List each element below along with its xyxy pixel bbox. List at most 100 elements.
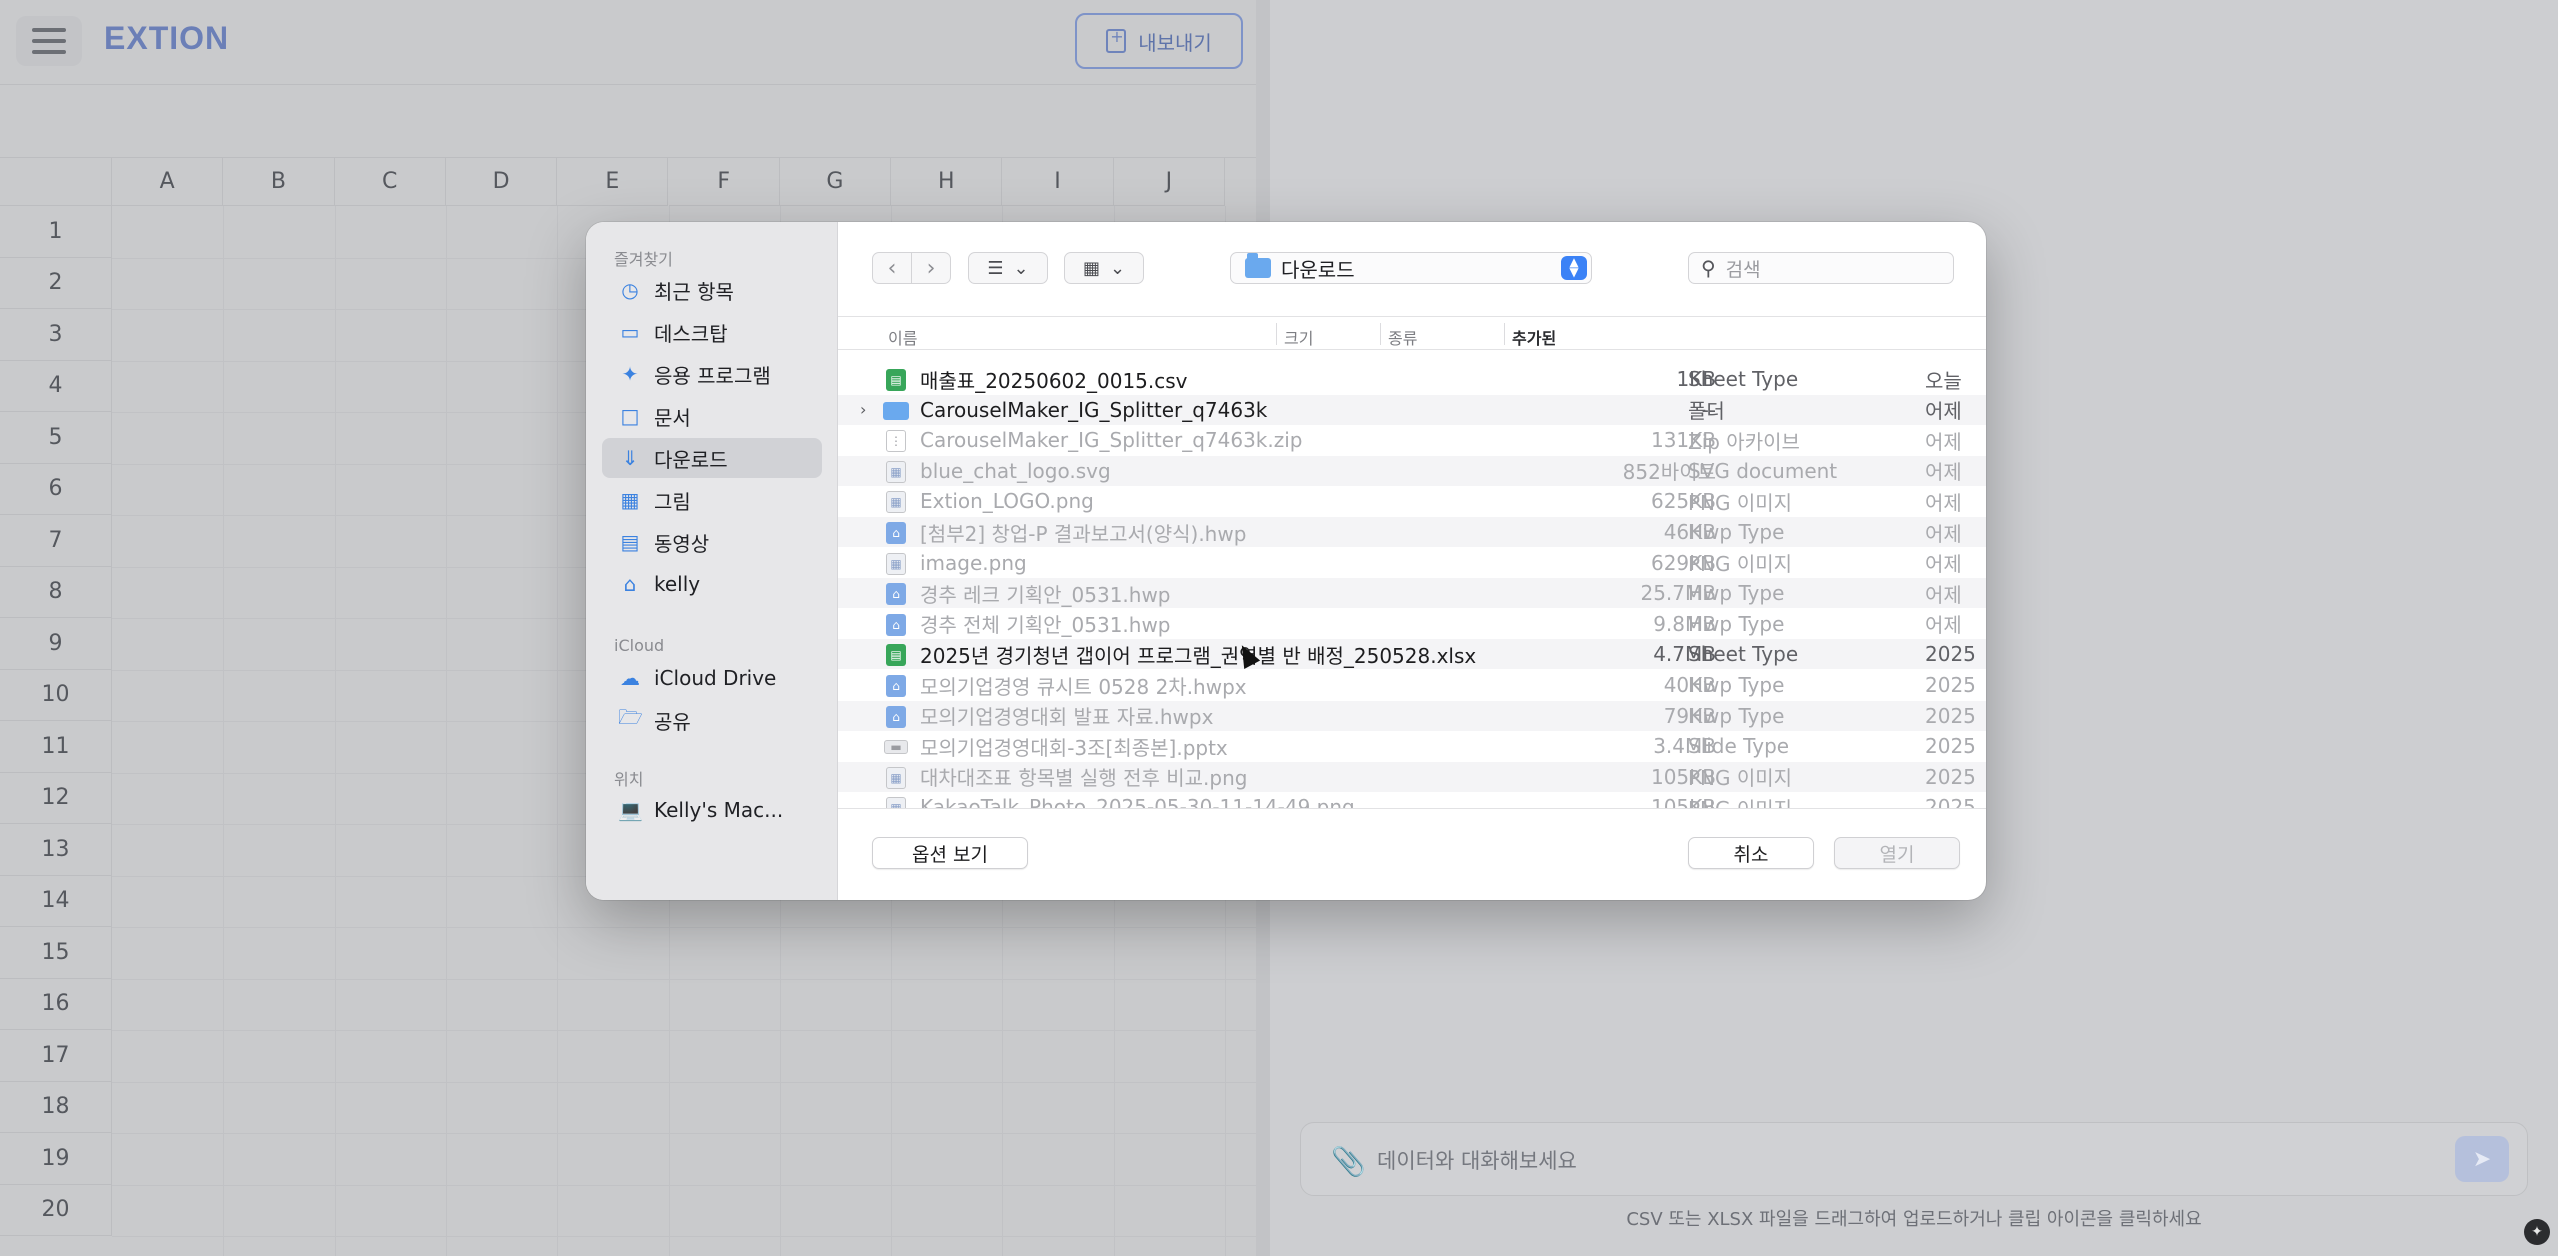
open-button[interactable]: 열기 [1834, 837, 1960, 869]
row-header[interactable]: 16 [0, 978, 112, 1030]
row-header[interactable]: 4 [0, 360, 112, 412]
file-date-added: 오늘 [1925, 368, 1962, 393]
file-list[interactable]: ▤ 매출표_20250602_0015.csv 1KB Sheet Type 오늘 › Ca… [838, 364, 1986, 808]
row-header[interactable]: 19 [0, 1133, 112, 1185]
row-header[interactable]: 11 [0, 721, 112, 773]
column-header[interactable]: A [112, 158, 224, 206]
file-row[interactable]: ▦ 대차대조표 항목별 실행 전후 비교.png 105KB PNG 이미지 2025 [838, 761, 1986, 792]
row-header[interactable]: 3 [0, 309, 112, 361]
file-row[interactable]: ⌂ [첨부2] 창업-P 결과보고서(양식).hwp 46KB Hwp Type 어제 [838, 517, 1986, 547]
column-header[interactable]: J [1113, 158, 1225, 206]
row-header[interactable]: 10 [0, 669, 112, 721]
icloud-title: iCloud [614, 636, 665, 655]
file-row[interactable]: ▤ 2025년 경기청년 갭이어 프로그램_권역별 반 배정_250528.xls… [838, 639, 1986, 670]
file-row[interactable]: › CarouselMaker_IG_Splitter_q7463k -- 폴더 어제 [838, 394, 1986, 425]
file-name: 경추 전체 기획안_0531.hwp [920, 613, 1171, 638]
menu-icon[interactable] [16, 16, 82, 66]
column-header[interactable]: E [557, 158, 669, 206]
row-header[interactable]: 18 [0, 1081, 112, 1133]
file-row[interactable]: ▦ blue_chat_logo.svg 852바이트 SVG document 어제 [838, 455, 1986, 486]
sidebar-item-documents[interactable]: □ 문서 [602, 396, 822, 436]
file-date-added: 어제 [1925, 613, 1962, 638]
sidebar-item-home[interactable]: ⌂ kelly [602, 564, 822, 604]
download-icon: ⇓ [621, 446, 639, 470]
column-header[interactable]: I [1002, 158, 1114, 206]
paperclip-icon[interactable]: 📎 [1331, 1145, 1366, 1178]
file-row[interactable]: ▤ 매출표_20250602_0015.csv 1KB Sheet Type 오늘 [838, 364, 1986, 394]
row-header[interactable]: 14 [0, 875, 112, 927]
send-button[interactable]: ➤ [2455, 1136, 2509, 1182]
column-name[interactable]: 이름 [888, 325, 917, 349]
file-date-added: 2025 [1925, 734, 1976, 759]
chat-input-box[interactable]: 📎 데이터와 대화해보세요 ➤ [1300, 1122, 2528, 1196]
column-header[interactable]: C [334, 158, 446, 206]
grid-line [112, 1133, 1256, 1134]
file-row[interactable]: ⌂ 모의기업경영대회 발표 자료.hwpx 79KB Hwp Type 2025 [838, 700, 1986, 731]
row-header[interactable]: 1 [0, 206, 112, 258]
export-button[interactable]: 내보내기 [1075, 13, 1243, 69]
file-row[interactable]: ⌂ 경추 전체 기획안_0531.hwp 9.8MB Hwp Type 어제 [838, 609, 1986, 639]
row-header[interactable]: 15 [0, 927, 112, 979]
export-icon [1106, 27, 1127, 53]
row-header[interactable]: 6 [0, 463, 112, 515]
file-row[interactable]: ⌂ 모의기업경영 큐시트 0528 2차.hwpx 40KB Hwp Type 2025 [838, 670, 1986, 700]
column-header[interactable]: B [223, 158, 335, 206]
disclosure-chevron-icon[interactable]: › [860, 400, 866, 419]
file-name: image.png [920, 550, 1027, 575]
row-header[interactable]: 8 [0, 566, 112, 618]
sidebar-item-recents[interactable]: ◷ 최근 항목 [602, 270, 822, 310]
column-divider [1504, 323, 1505, 345]
row-header[interactable]: 17 [0, 1030, 112, 1082]
column-header[interactable]: G [779, 158, 892, 206]
sidebar-item-mac[interactable]: 💻 Kelly's Mac... [602, 790, 822, 830]
column-size[interactable]: 크기 [1284, 325, 1313, 349]
file-name: KakaoTalk_Photo_2025-05-30-11-14-49.png [920, 795, 1355, 808]
sidebar-item-movies[interactable]: ▤ 동영상 [602, 522, 822, 562]
image-file-icon: ▦ [886, 460, 906, 483]
row-header[interactable]: 2 [0, 257, 112, 309]
help-icon[interactable]: ✦ [2524, 1219, 2550, 1245]
row-header[interactable]: 7 [0, 515, 112, 567]
grid-line [445, 206, 447, 1256]
file-kind: PNG 이미지 [1688, 793, 1792, 808]
clock-icon: ◷ [621, 278, 639, 302]
back-button[interactable]: ‹ [872, 252, 912, 284]
column-added[interactable]: 추가된 [1512, 325, 1556, 349]
row-header[interactable]: 13 [0, 824, 112, 876]
forward-button[interactable]: › [911, 252, 951, 284]
file-row[interactable]: ▬ 모의기업경영대회-3조[최종본].pptx 3.4MB Slide Type 202… [838, 731, 1986, 761]
chevron-down-icon: ⌄ [1109, 257, 1126, 279]
image-file-icon: ▦ [886, 491, 906, 514]
sidebar-item-icloud-drive[interactable]: ☁ iCloud Drive [602, 658, 822, 698]
column-header[interactable]: H [891, 158, 1003, 206]
file-row[interactable]: ▦ image.png 629KB PNG 이미지 어제 [838, 548, 1986, 578]
row-header[interactable]: 9 [0, 618, 112, 670]
grid-line [223, 206, 225, 1256]
column-kind[interactable]: 종류 [1388, 325, 1417, 349]
sidebar-item-pictures[interactable]: ▦ 그림 [602, 480, 822, 520]
home-icon: ⌂ [623, 572, 637, 596]
row-header[interactable]: 5 [0, 412, 112, 464]
sidebar-item-downloads[interactable]: ⇓ 다운로드 [602, 438, 822, 478]
sidebar-item-applications[interactable]: ✦ 응용 프로그램 [602, 354, 822, 394]
list-view-button[interactable]: ☰ ⌄ [968, 252, 1048, 284]
sidebar-item-label: 문서 [654, 405, 691, 430]
grid-corner[interactable] [0, 158, 112, 206]
cancel-button[interactable]: 취소 [1688, 837, 1814, 869]
search-input[interactable]: ⚲ 검색 [1688, 252, 1954, 284]
row-header[interactable]: 20 [0, 1184, 112, 1236]
favorites-title: 즐겨찾기 [614, 250, 673, 269]
location-select[interactable]: 다운로드 ▲ ▼ [1230, 252, 1592, 284]
show-options-button[interactable]: 옵션 보기 [872, 837, 1028, 869]
file-row[interactable]: ⌂ 경추 레크 기획안_0531.hwp 25.7MB Hwp Type 어제 [838, 578, 1986, 609]
file-row[interactable]: ▦ Extion_LOGO.png 625KB PNG 이미지 어제 [838, 486, 1986, 516]
row-header[interactable]: 12 [0, 772, 112, 824]
file-row[interactable]: ▦ KakaoTalk_Photo_2025-05-30-11-14-49.png… [838, 792, 1986, 808]
search-placeholder: 검색 [1725, 258, 1761, 281]
file-row[interactable]: ⋮ CarouselMaker_IG_Splitter_q7463k.zip 131… [838, 425, 1986, 455]
sidebar-item-desktop[interactable]: ▭ 데스크탑 [602, 312, 822, 352]
column-header[interactable]: F [668, 158, 780, 206]
group-view-button[interactable]: ▦ ⌄ [1064, 252, 1144, 284]
sidebar-item-shared[interactable]: 🗁 공유 [602, 700, 822, 740]
column-header[interactable]: D [445, 158, 558, 206]
